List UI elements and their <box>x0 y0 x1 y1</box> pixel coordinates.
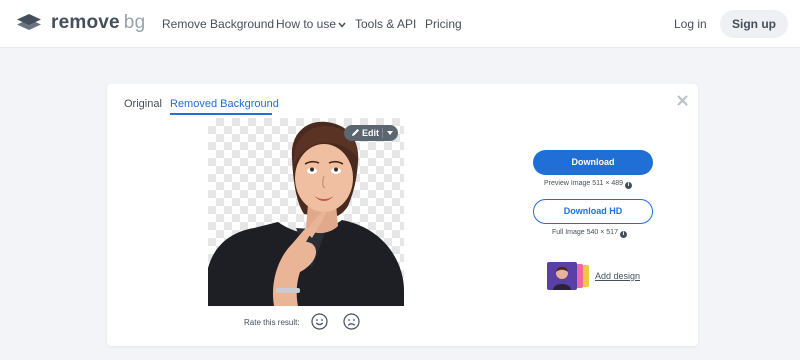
close-icon[interactable] <box>677 95 688 106</box>
preview-image-info: Preview Image 511 × 489 i <box>544 179 633 189</box>
edit-button[interactable]: Edit <box>344 125 398 141</box>
full-image-size: Full Image 540 × 517 <box>552 229 618 236</box>
info-icon[interactable]: i <box>625 182 633 189</box>
caret-down-icon[interactable] <box>387 131 393 135</box>
info-icon[interactable]: i <box>619 231 627 238</box>
tab-original[interactable]: Original <box>124 98 162 110</box>
logo-suffix: bg <box>123 12 146 33</box>
logo[interactable]: remove bg <box>16 12 145 34</box>
top-navbar: remove bg Remove Background How to use To… <box>0 0 800 48</box>
logo-main: remove <box>51 12 120 33</box>
nav-tools-api[interactable]: Tools & API <box>355 17 416 31</box>
signup-button[interactable]: Sign up <box>720 10 788 38</box>
nav-how-to-use-label: How to use <box>276 17 337 31</box>
nav-how-to-use[interactable]: How to use <box>276 17 346 31</box>
rate-label: Rate this result: <box>244 318 300 327</box>
edit-divider <box>382 128 383 138</box>
preview-image-size: Preview Image 511 × 489 <box>544 180 624 187</box>
download-button[interactable]: Download <box>533 150 653 175</box>
login-link[interactable]: Log in <box>674 17 707 31</box>
edit-label: Edit <box>362 128 379 138</box>
result-card: Original Removed Background Edit Rate th… <box>107 84 698 346</box>
design-thumbnail[interactable] <box>547 262 591 290</box>
logo-text: remove bg <box>51 12 145 34</box>
active-tab-indicator <box>170 113 272 115</box>
tab-removed-background[interactable]: Removed Background <box>170 98 279 110</box>
person-illustration <box>208 121 404 306</box>
logo-icon <box>17 14 41 30</box>
smile-icon[interactable] <box>311 313 328 330</box>
pencil-icon <box>352 129 359 136</box>
add-design-link[interactable]: Add design <box>595 271 640 282</box>
full-image-info: Full Image 540 × 517 i <box>552 228 627 238</box>
result-image <box>208 118 404 306</box>
download-hd-button[interactable]: Download HD <box>533 199 653 224</box>
chevron-down-icon <box>338 22 346 28</box>
nav-pricing[interactable]: Pricing <box>425 17 462 31</box>
frown-icon[interactable] <box>343 313 360 330</box>
nav-remove-background[interactable]: Remove Background <box>162 17 274 31</box>
